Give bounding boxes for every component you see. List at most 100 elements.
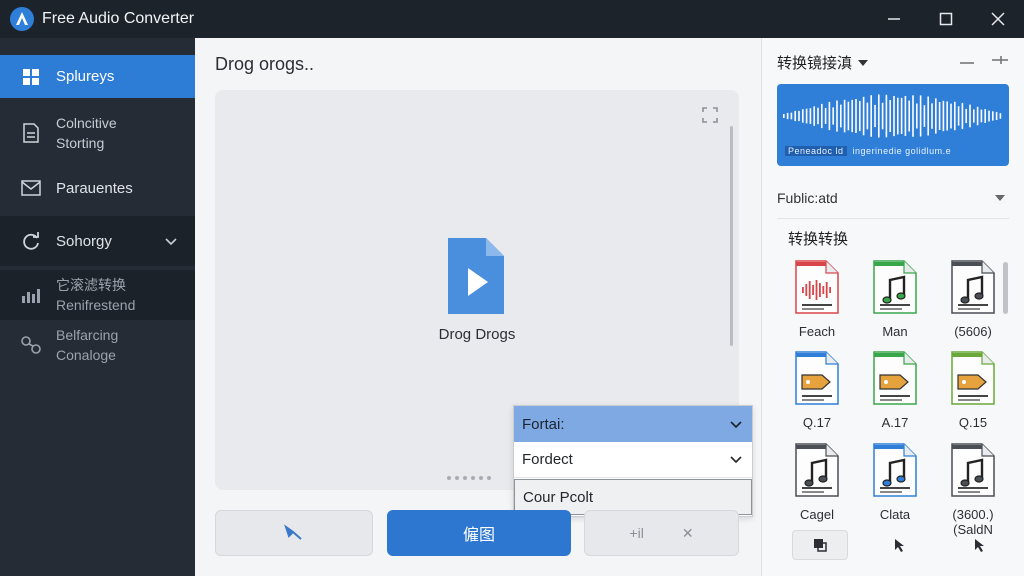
sidebar-item-sohorgy[interactable]: Sohorgy <box>0 216 195 266</box>
title-bar: Free Audio Converter <box>0 0 1024 38</box>
maximize-button[interactable] <box>920 0 972 38</box>
refresh-icon <box>20 230 42 252</box>
tools-close-icon: ✕ <box>681 524 694 541</box>
format-label: Q.15 <box>958 415 988 430</box>
music-note-file-icon <box>795 443 839 497</box>
format-label: Clata <box>879 507 911 522</box>
sidebar-item-belfarcing[interactable]: Belfarcing Conaloge <box>0 320 195 370</box>
page-title: Drog orogs.. <box>215 54 315 74</box>
cursor-icon <box>975 539 984 552</box>
pointer-button[interactable] <box>872 530 928 560</box>
copy-icon <box>814 539 827 552</box>
sidebar-item-label: Belfarcing <box>56 327 119 343</box>
pin-panel-icon[interactable] <box>992 52 1008 69</box>
music-note-file-icon <box>951 260 995 314</box>
cursor-icon <box>895 539 904 552</box>
format-tile[interactable]: (5606) <box>940 260 1006 339</box>
drop-zone-scrollbar[interactable] <box>730 126 733 346</box>
link-icon <box>20 334 42 356</box>
sidebar-item-renifrestend[interactable]: 它滚滤转换 Renifrestend <box>0 270 195 320</box>
chevron-down-icon <box>730 452 742 467</box>
sidebar-item-sublabel: Renifrestend <box>56 297 136 313</box>
app-logo-icon <box>10 7 34 31</box>
panel-header[interactable]: 转换镜接滇 <box>777 52 869 73</box>
collapse-icon[interactable] <box>960 52 974 69</box>
sidebar-item-sublabel: Conaloge <box>56 347 116 363</box>
tools-button[interactable]: +il ✕ <box>584 510 739 556</box>
pin-icon <box>284 524 302 540</box>
drop-label: Drog Drogs <box>438 326 516 343</box>
close-icon <box>991 12 1005 26</box>
select-button[interactable] <box>952 530 1008 560</box>
format-label: Feach <box>798 324 836 339</box>
sidebar: Splureys Colncitive Storting Parauentes … <box>0 38 195 576</box>
format-tile[interactable]: (3600.) (SaldN <box>940 443 1006 537</box>
dropdown-selected-option[interactable]: Fortai: <box>514 406 752 442</box>
waveform-caption-left: Peneadoc ld <box>785 146 847 156</box>
waveform-caption: Peneadoc ld ingerinedie golidlum.e <box>785 146 951 156</box>
format-label: Cagel <box>800 507 834 522</box>
sidebar-item-label: 它滚滤转换 <box>56 277 126 293</box>
audio-file-icon <box>444 236 506 321</box>
music-note-file-icon <box>873 443 917 497</box>
main-pane: Drog orogs.. Drog Drogs Fortai: Fordect … <box>195 38 761 576</box>
add-format-button[interactable] <box>792 530 848 560</box>
format-tile[interactable]: Cagel <box>784 443 850 522</box>
dropdown-option-label: Fordect <box>522 451 573 468</box>
sidebar-item-label: Splureys <box>56 68 115 85</box>
format-label: (3600.) <box>952 507 994 522</box>
section-title: 转换转换 <box>788 231 849 248</box>
panel-header-label: 转换镜接滇 <box>777 55 853 72</box>
waveform-file-icon <box>795 260 839 314</box>
sidebar-item-sublabel: Storting <box>56 135 105 151</box>
minimize-button[interactable] <box>868 0 920 38</box>
panel-controls <box>960 52 1008 69</box>
chevron-down-icon <box>730 417 742 432</box>
sidebar-item-splureys[interactable]: Splureys <box>0 55 195 98</box>
format-tile[interactable]: Clata <box>862 443 928 522</box>
sidebar-item-parauentes[interactable]: Parauentes <box>0 166 195 210</box>
music-note-file-icon <box>873 260 917 314</box>
tools-button-label: +il <box>629 525 644 541</box>
close-button[interactable] <box>972 0 1024 38</box>
waveform-caption-right: ingerinedie golidlum.e <box>852 146 952 156</box>
waveform-icon <box>783 94 1002 138</box>
tag-file-icon <box>795 351 839 405</box>
chart-icon <box>20 284 42 306</box>
tag-file-icon <box>951 351 995 405</box>
page-dots <box>447 476 491 480</box>
format-label: Man <box>882 324 908 339</box>
tag-file-icon <box>873 351 917 405</box>
minimize-icon <box>888 18 900 20</box>
format-tile[interactable]: Feach <box>784 260 850 339</box>
format-label: A.17 <box>881 415 909 430</box>
format-tile[interactable]: A.17 <box>862 351 928 430</box>
app-title: Free Audio Converter <box>42 10 195 27</box>
music-note-file-icon <box>951 443 995 497</box>
maximize-icon <box>939 12 953 26</box>
expand-icon[interactable] <box>701 106 719 129</box>
format-panel: 转换镜接滇 Peneadoc ld ingerinedie golidlum.e… <box>761 38 1024 576</box>
caret-down-icon <box>858 59 869 66</box>
window-controls <box>868 0 1024 38</box>
format-dropdown[interactable]: Fortai: Fordect Cour Pcolt <box>513 405 753 517</box>
sidebar-item-colncitive[interactable]: Colncitive Storting <box>0 108 195 158</box>
convert-button[interactable]: 僱图 <box>387 510 571 556</box>
format-label: Q.17 <box>802 415 832 430</box>
chevron-down-icon <box>165 233 177 249</box>
settings-button[interactable] <box>215 510 373 556</box>
format-tile[interactable]: Q.15 <box>940 351 1006 430</box>
file-drop-zone[interactable]: Drog Drogs Fortai: Fordect Cour Pcolt <box>215 90 753 517</box>
format-tile[interactable]: Q.17 <box>784 351 850 430</box>
document-icon <box>20 122 42 144</box>
dropdown-option[interactable]: Fordect <box>514 442 752 478</box>
format-label: (5606) <box>954 324 992 339</box>
output-selector[interactable]: Fublic:atd <box>777 190 1009 219</box>
dropdown-selected-label: Fortai: <box>522 415 565 433</box>
waveform-preview[interactable]: Peneadoc ld ingerinedie golidlum.e <box>777 84 1009 166</box>
format-tile[interactable]: Man <box>862 260 928 339</box>
output-selector-label: Fublic:atd <box>777 190 838 206</box>
sidebar-item-label: Colncitive <box>56 115 117 131</box>
dropdown-option-label: Cour Pcolt <box>523 488 594 506</box>
sidebar-item-label: Sohorgy <box>56 232 112 250</box>
